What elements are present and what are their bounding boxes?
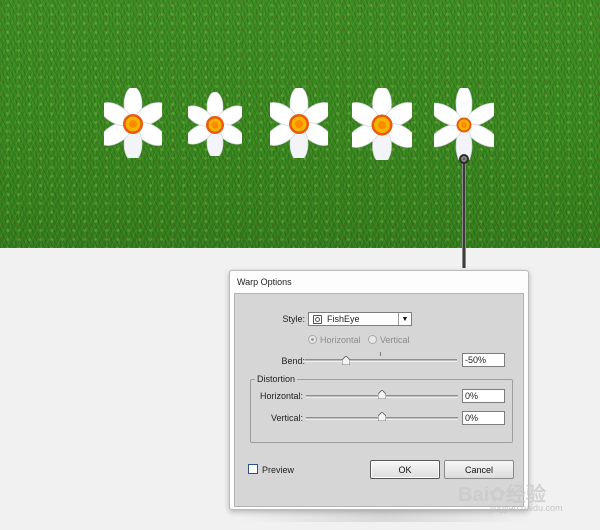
watermark-brand: Bai <box>458 484 490 506</box>
dialog-title: Warp Options <box>237 277 292 287</box>
bend-center-tick <box>380 352 381 356</box>
radio-horizontal[interactable] <box>308 335 317 344</box>
flower <box>104 88 162 158</box>
callout-line <box>462 163 466 268</box>
distortion-horizontal-value-field[interactable]: 0% <box>462 389 505 403</box>
distortion-horizontal-label: Horizontal: <box>259 391 303 401</box>
flower <box>352 88 412 160</box>
distortion-group-title: Distortion <box>255 374 298 384</box>
distortion-vertical-value-field[interactable]: 0% <box>462 411 505 425</box>
warp-options-dialog: Warp Options Style: FishEye ▼ Horizontal… <box>229 270 529 510</box>
callout-pin <box>459 154 469 164</box>
distortion-vertical-slider-thumb[interactable] <box>378 412 386 421</box>
cancel-button[interactable]: Cancel <box>444 460 514 479</box>
ok-button[interactable]: OK <box>370 460 440 479</box>
radio-horizontal-label: Horizontal <box>320 335 361 345</box>
bend-label: Bend: <box>281 356 305 366</box>
preview-label: Preview <box>262 465 295 475</box>
bend-slider-track[interactable] <box>305 359 457 362</box>
style-label: Style: <box>282 314 305 324</box>
flower <box>270 88 328 158</box>
distortion-group: Distortion Horizontal: 0% Vertical: 0% <box>250 374 513 443</box>
fisheye-style-icon <box>313 314 322 324</box>
distortion-horizontal-slider-thumb[interactable] <box>378 390 386 399</box>
distortion-vertical-label: Vertical: <box>270 413 303 423</box>
dropdown-arrow-icon[interactable]: ▼ <box>398 313 411 325</box>
radio-vertical-label: Vertical <box>380 335 410 345</box>
style-select[interactable]: FishEye ▼ <box>308 312 412 326</box>
watermark-url: jingyan.baidu.com <box>490 503 563 513</box>
bend-slider-thumb[interactable] <box>342 356 350 365</box>
flower <box>188 92 242 156</box>
bend-value-field[interactable]: -50% <box>462 353 505 367</box>
flower <box>434 88 494 160</box>
dialog-body: Style: FishEye ▼ Horizontal Vertical Ben… <box>234 293 524 507</box>
grass-background <box>0 0 600 248</box>
radio-vertical[interactable] <box>368 335 377 344</box>
style-select-value: FishEye <box>327 314 360 324</box>
preview-checkbox[interactable] <box>248 464 258 474</box>
